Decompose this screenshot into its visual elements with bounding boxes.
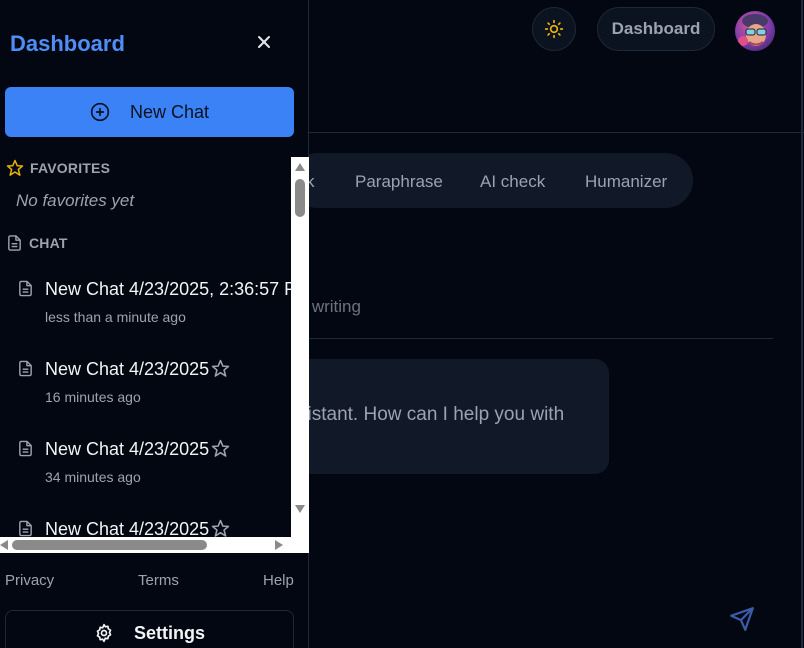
chat-title: New Chat 4/23/2025 [45, 439, 210, 459]
tool-ai-check[interactable]: AI check [480, 172, 545, 192]
vertical-scroll-thumb[interactable] [295, 179, 305, 217]
chat-timestamp: less than a minute ago [45, 309, 186, 325]
vertical-scrollbar[interactable] [291, 157, 309, 537]
new-chat-label: New Chat [129, 101, 210, 122]
scroll-left-arrow-icon[interactable] [0, 540, 8, 550]
privacy-link[interactable]: Privacy [5, 572, 54, 589]
tool-humanizer[interactable]: Humanizer [585, 172, 667, 192]
sidebar: Dashboard New Chat FAVORITES No favorite… [0, 0, 309, 648]
chat-item[interactable]: New Chat 4/23/2025 16 minutes ago [0, 359, 291, 429]
chat-item[interactable]: New Chat 4/23/2025, 2:36:57 PM less than… [0, 279, 291, 349]
send-button[interactable] [729, 606, 755, 637]
avatar-illustration [738, 14, 768, 46]
assistant-message-text: sistant. How can I help you with [298, 404, 565, 425]
scrollbar-corner [291, 537, 309, 553]
chat-timestamp: 34 minutes ago [45, 469, 141, 485]
help-link[interactable]: Help [263, 572, 294, 589]
document-icon [19, 440, 32, 457]
star-icon[interactable] [211, 359, 230, 378]
close-icon [258, 36, 270, 48]
favorites-label: FAVORITES [30, 160, 111, 176]
sun-icon [544, 19, 564, 39]
chat-timestamp: 16 minutes ago [45, 389, 141, 405]
send-icon [730, 607, 754, 631]
horizontal-scroll-thumb[interactable] [12, 540, 207, 550]
chat-item[interactable]: New Chat 4/23/2025 34 minutes ago [0, 439, 291, 509]
chat-section-header: CHAT [6, 234, 68, 252]
document-icon [19, 360, 32, 377]
sidebar-scroll-area[interactable]: FAVORITES No favorites yet CHAT New Chat… [0, 157, 309, 553]
tool-paraphrase[interactable]: Paraphrase [355, 172, 443, 192]
chat-item[interactable]: New Chat 4/23/2025 [0, 519, 291, 537]
star-icon[interactable] [211, 519, 230, 537]
avatar[interactable] [735, 11, 775, 51]
window-edge [801, 0, 803, 648]
star-icon [6, 159, 24, 176]
scroll-right-arrow-icon[interactable] [275, 540, 283, 550]
settings-label: Settings [133, 623, 205, 643]
star-icon[interactable] [211, 439, 230, 458]
gear-icon [96, 623, 112, 643]
scroll-down-arrow-icon[interactable] [295, 505, 305, 513]
chat-title: New Chat 4/23/2025 [45, 519, 210, 537]
document-icon [19, 520, 32, 537]
terms-link[interactable]: Terms [138, 572, 179, 589]
chat-section-label: CHAT [29, 235, 68, 251]
theme-toggle-button[interactable] [532, 7, 576, 51]
dashboard-button[interactable]: Dashboard [597, 7, 715, 51]
scroll-up-arrow-icon[interactable] [295, 163, 305, 171]
sidebar-title: Dashboard [10, 31, 125, 56]
chat-title: New Chat 4/23/2025, 2:36:57 PM [45, 279, 291, 299]
sidebar-scroll-content: FAVORITES No favorites yet CHAT New Chat… [0, 157, 291, 537]
favorites-header: FAVORITES [6, 159, 110, 177]
new-chat-button[interactable]: New Chat [5, 87, 294, 137]
close-sidebar-button[interactable] [252, 30, 276, 54]
horizontal-scrollbar[interactable] [0, 537, 309, 553]
document-icon [19, 280, 32, 297]
header-divider [300, 132, 804, 133]
chat-title: New Chat 4/23/2025 [45, 359, 210, 379]
plus-circle-icon [90, 102, 110, 122]
editor-divider [300, 338, 773, 339]
favorites-empty-text: No favorites yet [16, 191, 135, 210]
document-icon [8, 235, 21, 251]
settings-button[interactable]: Settings [5, 610, 294, 648]
